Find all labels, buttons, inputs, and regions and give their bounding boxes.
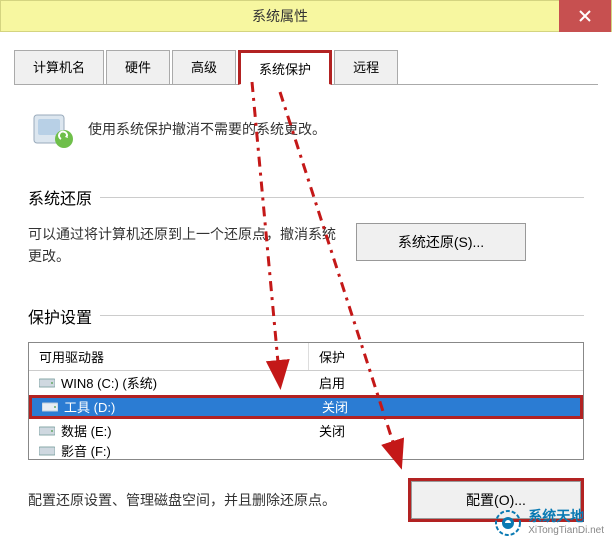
header-drive[interactable]: 可用驱动器	[29, 343, 309, 370]
drive-status: 关闭	[312, 395, 580, 418]
system-restore-button[interactable]: 系统还原(S)...	[356, 223, 526, 261]
window-title: 系统属性	[1, 6, 559, 26]
drive-name: WIN8 (C:) (系统)	[61, 373, 157, 392]
divider-line	[100, 197, 584, 198]
tab-content: 使用系统保护撤消不需要的系统更改。 系统还原 可以通过将计算机还原到上一个还原点…	[14, 95, 598, 532]
drive-row[interactable]: 影音 (F:)	[29, 443, 583, 459]
watermark-logo-icon	[494, 509, 522, 537]
list-header: 可用驱动器 保护	[29, 343, 583, 371]
tabstrip: 计算机名 硬件 高级 系统保护 远程	[14, 50, 598, 85]
drive-status	[309, 449, 583, 453]
tab-advanced[interactable]: 高级	[172, 50, 236, 84]
drive-status: 启用	[309, 371, 583, 394]
restore-description: 可以通过将计算机还原到上一个还原点，撤消系统更改。	[28, 223, 338, 268]
system-protection-icon	[28, 105, 76, 153]
watermark-text-en: XiTongTianDi.net	[528, 525, 604, 537]
close-icon	[579, 10, 591, 22]
restore-group: 系统还原	[28, 185, 584, 209]
tab-system-protection[interactable]: 系统保护	[238, 50, 332, 85]
drive-icon	[39, 425, 55, 437]
drive-icon	[39, 445, 55, 457]
drive-icon	[42, 401, 58, 413]
drive-name: 工具 (D:)	[64, 397, 115, 416]
restore-row: 可以通过将计算机还原到上一个还原点，撤消系统更改。 系统还原(S)...	[28, 223, 584, 268]
drive-name: 影音 (F:)	[61, 443, 111, 459]
drive-row-selected[interactable]: 工具 (D:) 关闭	[29, 395, 583, 419]
watermark-text-zh: 系统天地	[528, 508, 604, 525]
close-button[interactable]	[559, 0, 611, 32]
divider-line	[100, 315, 584, 316]
tab-hardware[interactable]: 硬件	[106, 50, 170, 84]
configure-description: 配置还原设置、管理磁盘空间，并且删除还原点。	[28, 490, 390, 510]
watermark: 系统天地 XiTongTianDi.net	[494, 508, 604, 537]
tab-remote[interactable]: 远程	[334, 50, 398, 84]
window-body: 计算机名 硬件 高级 系统保护 远程 使用系统保护撤消不需要的系统更改。 系统还…	[0, 32, 612, 541]
protection-group: 保护设置	[28, 304, 584, 328]
drive-status: 关闭	[309, 419, 583, 442]
restore-group-label: 系统还原	[28, 185, 92, 209]
intro-text: 使用系统保护撤消不需要的系统更改。	[88, 119, 326, 139]
drive-icon	[39, 377, 55, 389]
protection-group-label: 保护设置	[28, 304, 92, 328]
drive-name: 数据 (E:)	[61, 421, 112, 440]
drive-row[interactable]: 数据 (E:) 关闭	[29, 419, 583, 443]
intro-row: 使用系统保护撤消不需要的系统更改。	[28, 105, 584, 153]
drive-row[interactable]: WIN8 (C:) (系统) 启用	[29, 371, 583, 395]
drive-listbox[interactable]: 可用驱动器 保护 WIN8 (C:) (系统) 启用 工具 (D:) 关闭	[28, 342, 584, 460]
tab-computer-name[interactable]: 计算机名	[14, 50, 104, 84]
header-protect[interactable]: 保护	[309, 343, 583, 370]
titlebar: 系统属性	[0, 0, 612, 32]
